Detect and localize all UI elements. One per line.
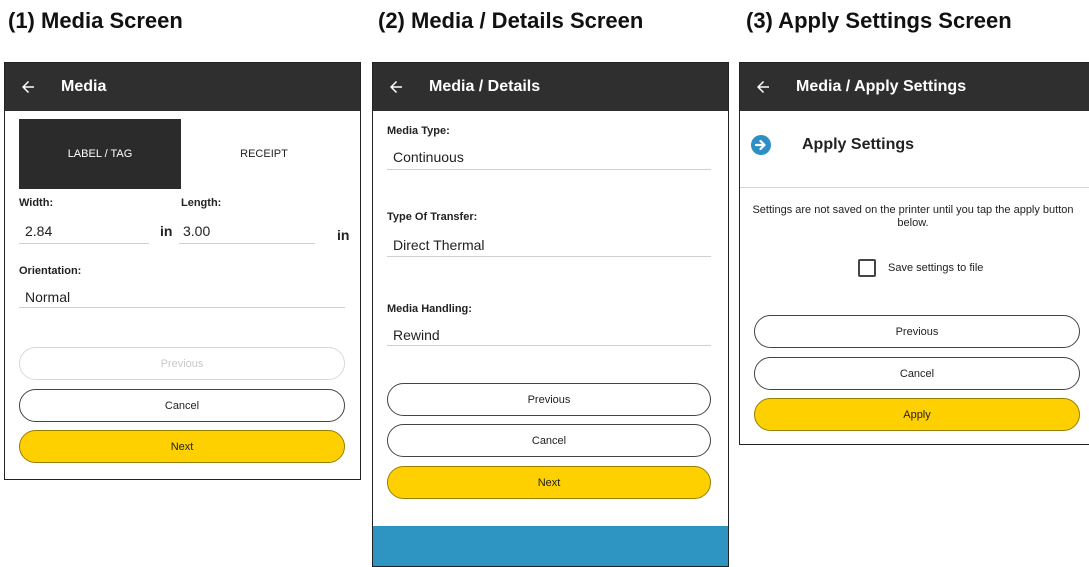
width-unit: in [160,223,173,239]
screen-title: Media [61,78,107,95]
media-type-label: Media Type: [387,125,450,137]
cancel-button[interactable]: Cancel [19,389,345,422]
tab-label-tag[interactable]: LABEL / TAG [19,119,181,189]
previous-button[interactable]: Previous [754,315,1080,348]
screen-title: Media / Apply Settings [796,78,967,95]
transfer-select[interactable]: Direct Thermal [393,237,485,253]
length-unit: in [337,227,350,243]
next-button[interactable]: Next [387,466,711,499]
length-underline [179,243,315,244]
previous-button[interactable]: Previous [19,347,345,380]
handling-select[interactable]: Rewind [393,327,440,343]
screen-title: Media / Details [429,78,541,95]
media-type-select[interactable]: Continuous [393,149,464,165]
media-type-underline [387,169,711,170]
orientation-select[interactable]: Normal [25,289,70,305]
transfer-label: Type Of Transfer: [387,211,478,223]
orientation-label: Orientation: [19,265,82,277]
save-settings-checkbox[interactable] [858,259,876,277]
apply-settings-screen: Media / Apply Settings Apply Settings Se… [739,62,1089,445]
back-arrow-icon[interactable] [19,78,37,96]
width-underline [19,243,149,244]
apply-button[interactable]: Apply [754,398,1080,431]
media-screen: Media LABEL / TAG RECEIPT Width: Length:… [4,62,361,480]
length-label: Length: [181,197,222,209]
app-bar: Media / Apply Settings [740,63,1089,111]
arrow-right-circle-icon [751,135,771,155]
length-input[interactable]: 3.00 [183,223,210,239]
save-settings-label: Save settings to file [888,262,984,274]
info-text: Settings are not saved on the printer un… [752,204,1074,229]
media-details-screen: Media / Details Media Type: Continuous T… [372,62,729,567]
tab-receipt[interactable]: RECEIPT [181,119,347,189]
caption-media-screen: (1) Media Screen [8,8,183,33]
transfer-underline [387,256,711,257]
blue-footer-bar [373,526,728,566]
cancel-button[interactable]: Cancel [754,357,1080,390]
handling-underline [387,345,711,346]
app-bar: Media [5,63,360,111]
orientation-underline [19,307,345,308]
apply-settings-heading: Apply Settings [802,136,915,153]
handling-label: Media Handling: [387,303,472,315]
cancel-button[interactable]: Cancel [387,424,711,457]
next-button[interactable]: Next [19,430,345,463]
app-bar: Media / Details [373,63,728,111]
width-label: Width: [19,197,54,209]
caption-details-screen: (2) Media / Details Screen [378,8,644,33]
back-arrow-icon[interactable] [754,78,772,96]
previous-button[interactable]: Previous [387,383,711,416]
back-arrow-icon[interactable] [387,78,405,96]
caption-apply-screen: (3) Apply Settings Screen [746,8,1012,33]
width-input[interactable]: 2.84 [25,223,52,239]
divider [740,187,1089,188]
